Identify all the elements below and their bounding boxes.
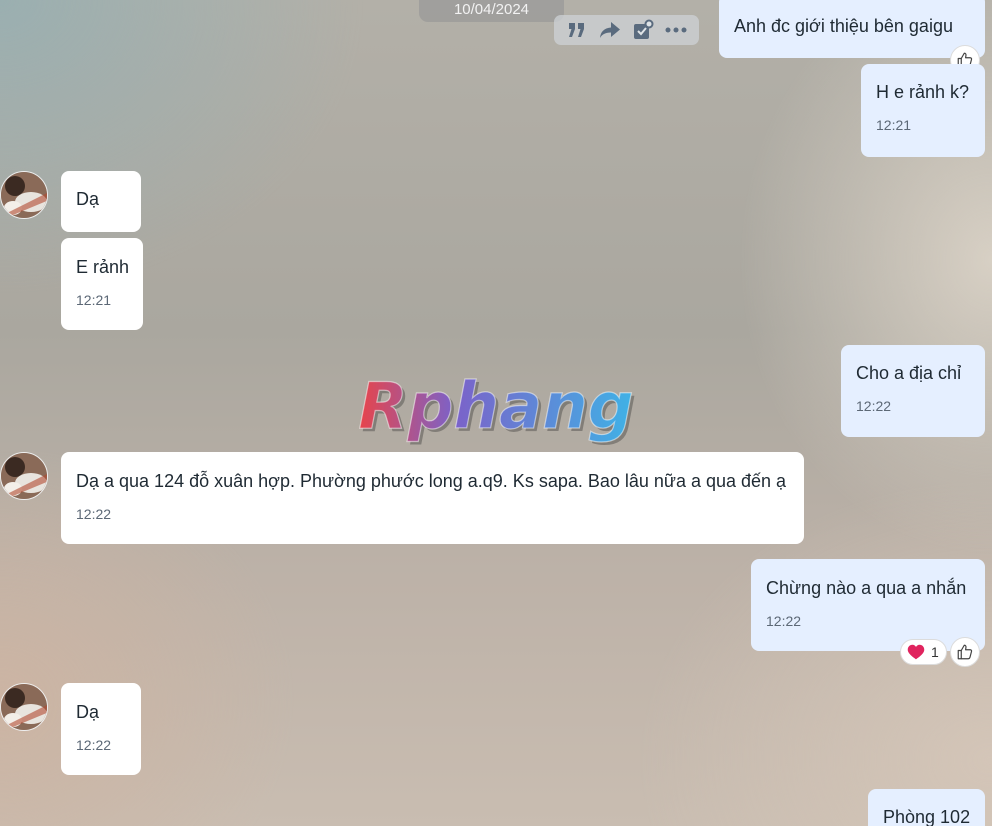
avatar-image <box>1 172 47 218</box>
reaction-summary[interactable]: 1 <box>900 639 947 665</box>
date-separator: 10/04/2024 <box>419 0 564 22</box>
mark-todo-icon[interactable] <box>631 18 655 42</box>
more-icon[interactable] <box>664 18 688 42</box>
heart-icon <box>907 644 925 660</box>
message-time: 12:21 <box>876 117 912 133</box>
contact-avatar[interactable] <box>0 683 48 731</box>
message-bubble[interactable]: Dạ 12:22 <box>61 683 141 775</box>
message-time: 12:22 <box>76 737 112 753</box>
message-text: Dạ <box>76 189 100 209</box>
message-bubble[interactable]: Cho a địa chỉ 12:22 <box>841 345 985 437</box>
message-text: Cho a địa chỉ <box>856 363 962 383</box>
message-text: E rảnh <box>76 257 130 277</box>
message-bubble[interactable]: Anh đc giới thiệu bên gaigu <box>719 0 985 58</box>
avatar-image <box>1 453 47 499</box>
message-text: Anh đc giới thiệu bên gaigu <box>734 16 953 36</box>
message-time: 12:21 <box>76 292 112 308</box>
message-bubble[interactable]: Chừng nào a qua a nhắn 12:22 <box>751 559 985 651</box>
message-bubble[interactable]: Dạ a qua 124 đỗ xuân hợp. Phường phước l… <box>61 452 804 544</box>
message-text: Dạ a qua 124 đỗ xuân hợp. Phường phước l… <box>76 471 787 491</box>
message-time: 12:22 <box>856 398 892 414</box>
message-bubble[interactable]: Dạ <box>61 171 141 232</box>
message-time: 12:22 <box>76 506 112 522</box>
message-text: Phòng 102 <box>883 807 971 826</box>
message-bubble[interactable]: Phòng 102 <box>868 789 985 826</box>
message-text: Chừng nào a qua a nhắn <box>766 578 967 598</box>
message-time: 12:22 <box>766 613 802 629</box>
date-separator-text: 10/04/2024 <box>453 1 530 18</box>
reaction-count: 1 <box>931 644 939 660</box>
message-text: Dạ <box>76 702 100 722</box>
svg-text:Rphang: Rphang <box>358 372 633 444</box>
message-bubble[interactable]: E rảnh 12:21 <box>61 238 143 330</box>
contact-avatar[interactable] <box>0 452 48 500</box>
avatar-image <box>1 684 47 730</box>
quote-icon[interactable] <box>565 18 589 42</box>
message-hover-toolbar <box>554 15 699 45</box>
watermark-logo: Rphang Rphang <box>358 372 637 447</box>
forward-icon[interactable] <box>598 18 622 42</box>
thumbs-up-icon <box>957 644 973 660</box>
message-text: H e rảnh k? <box>876 82 970 102</box>
like-reaction-button[interactable] <box>950 637 980 667</box>
contact-avatar[interactable] <box>0 171 48 219</box>
message-bubble[interactable]: H e rảnh k? 12:21 <box>861 64 985 157</box>
